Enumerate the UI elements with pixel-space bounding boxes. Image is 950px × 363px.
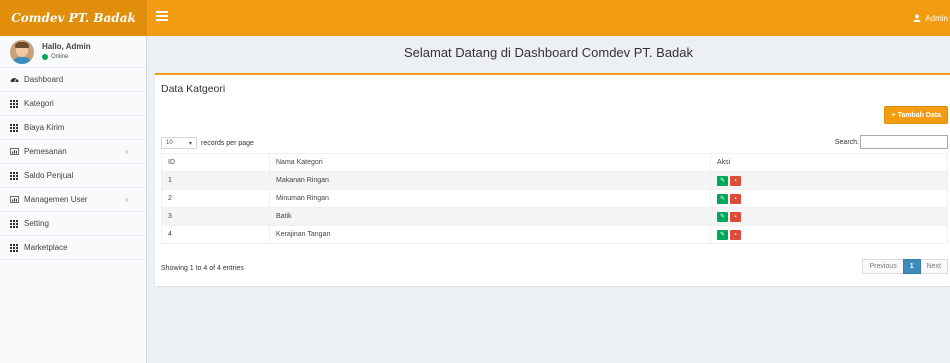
pagination: Previous 1 Next — [862, 259, 948, 274]
table-header-row: ID Nama Kategori Aksi — [161, 153, 948, 172]
cell-actions: ✎ ▪ — [710, 225, 948, 244]
search-input[interactable] — [860, 135, 948, 149]
table-icon — [10, 219, 20, 228]
sidebar-item-label: Biaya Kirim — [24, 123, 65, 132]
table-row: 3 Batik ✎ ▪ — [161, 207, 948, 226]
delete-button[interactable]: ▪ — [730, 175, 741, 186]
cell-actions: ✎ ▪ — [710, 207, 948, 226]
delete-button[interactable]: ▪ — [730, 211, 741, 222]
search-control: Search: — [835, 135, 948, 149]
data-box: Data Katgeori + Tambah Data 10 ▾ records… — [155, 73, 950, 286]
pencil-icon: ✎ — [719, 196, 726, 202]
page-title: Selamat Datang di Dashboard Comdev PT. B… — [403, 44, 694, 60]
length-select-value: 10 — [166, 140, 173, 146]
edit-button[interactable]: ✎ — [717, 193, 728, 204]
user-menu[interactable]: Admin — [913, 0, 950, 36]
top-navbar: Comdev PT. Badak Admin — [0, 0, 950, 36]
cell-id: 3 — [161, 207, 270, 226]
sidebar-item-label: Marketplace — [24, 243, 68, 252]
sidebar-item-label: Saldo Penjual — [24, 171, 74, 180]
table-icon — [10, 171, 20, 180]
delete-button[interactable]: ▪ — [730, 193, 741, 204]
edit-button[interactable]: ✎ — [717, 229, 728, 240]
cell-actions: ✎ ▪ — [710, 189, 948, 208]
user-menu-label: Admin — [925, 13, 948, 23]
trash-icon: ▪ — [734, 213, 737, 220]
table-info: Showing 1 to 4 of 4 entries — [161, 265, 244, 272]
sidebar-item-label: Managemen User — [24, 195, 88, 204]
sidebar: Hallo, Admin Online Dashboard Kategori B… — [0, 36, 147, 363]
chart-icon — [10, 196, 20, 203]
search-label: Search: — [834, 138, 859, 146]
column-header-nama-kategori[interactable]: Nama Kategori — [269, 153, 711, 172]
add-data-button[interactable]: + Tambah Data — [884, 106, 948, 124]
user-icon — [913, 14, 921, 22]
add-data-label: Tambah Data — [897, 111, 941, 119]
sidebar-item-marketplace[interactable]: Marketplace — [0, 236, 146, 260]
sidebar-item-label: Setting — [24, 219, 49, 228]
trash-icon: ▪ — [734, 195, 737, 202]
trash-icon: ▪ — [734, 231, 737, 238]
plus-icon: + — [891, 111, 896, 119]
cell-name: Minuman Ringan — [269, 189, 711, 208]
sidebar-item-saldo-penjual[interactable]: Saldo Penjual — [0, 164, 146, 188]
edit-button[interactable]: ✎ — [717, 211, 728, 222]
pencil-icon: ✎ — [719, 178, 726, 184]
sidebar-item-setting[interactable]: Setting — [0, 212, 146, 236]
chevron-left-icon: ‹ — [125, 195, 128, 204]
delete-button[interactable]: ▪ — [730, 229, 741, 240]
pagination-page-1[interactable]: 1 — [902, 259, 921, 274]
pagination-previous[interactable]: Previous — [862, 259, 903, 274]
sidebar-item-label: Dashboard — [24, 75, 64, 84]
chevron-left-icon: ‹ — [125, 147, 128, 156]
user-status: Online — [42, 54, 68, 60]
category-table: ID Nama Kategori Aksi 1 Makanan Ringan ✎… — [161, 153, 948, 244]
dashboard-icon — [10, 76, 20, 83]
sidebar-item-kategori[interactable]: Kategori — [0, 92, 146, 116]
cell-id: 4 — [161, 225, 270, 244]
online-dot-icon — [42, 54, 48, 60]
column-header-aksi: Aksi — [710, 153, 948, 172]
table-icon — [10, 243, 20, 252]
table-row: 4 Kerajinan Tangan ✎ ▪ — [161, 225, 948, 244]
records-per-page: 10 ▾ records per page — [161, 137, 254, 149]
pagination-next[interactable]: Next — [920, 259, 948, 274]
user-panel: Hallo, Admin Online — [0, 36, 146, 68]
table-row: 2 Minuman Ringan ✎ ▪ — [161, 189, 948, 208]
cell-actions: ✎ ▪ — [710, 171, 948, 190]
user-status-label: Online — [51, 54, 69, 60]
length-select[interactable]: 10 ▾ — [161, 137, 197, 149]
caret-down-icon: ▾ — [188, 140, 192, 147]
box-title: Data Katgeori — [161, 83, 226, 95]
user-name: Hallo, Admin — [42, 42, 91, 51]
table-icon — [10, 123, 20, 132]
table-icon — [10, 99, 20, 108]
sidebar-toggle-icon[interactable] — [156, 11, 168, 21]
chart-icon — [10, 148, 20, 155]
sidebar-item-pemesanan[interactable]: Pemesanan ‹ — [0, 140, 146, 164]
sidebar-item-biaya-kirim[interactable]: Biaya Kirim — [0, 116, 146, 140]
cell-id: 1 — [161, 171, 270, 190]
cell-name: Batik — [269, 207, 711, 226]
sidebar-item-label: Pemesanan — [24, 147, 67, 156]
cell-name: Makanan Ringan — [269, 171, 711, 190]
cell-name: Kerajinan Tangan — [269, 225, 711, 244]
cell-id: 2 — [161, 189, 270, 208]
brand-logo[interactable]: Comdev PT. Badak — [0, 0, 147, 36]
column-header-id[interactable]: ID — [161, 153, 270, 172]
avatar — [10, 40, 34, 64]
pencil-icon: ✎ — [719, 232, 726, 238]
table-row: 1 Makanan Ringan ✎ ▪ — [161, 171, 948, 190]
pencil-icon: ✎ — [719, 214, 726, 220]
length-label: records per page — [201, 139, 254, 147]
trash-icon: ▪ — [734, 177, 737, 184]
sidebar-item-dashboard[interactable]: Dashboard — [0, 68, 146, 92]
sidebar-item-label: Kategori — [24, 99, 54, 108]
edit-button[interactable]: ✎ — [717, 175, 728, 186]
sidebar-item-managemen-user[interactable]: Managemen User ‹ — [0, 188, 146, 212]
